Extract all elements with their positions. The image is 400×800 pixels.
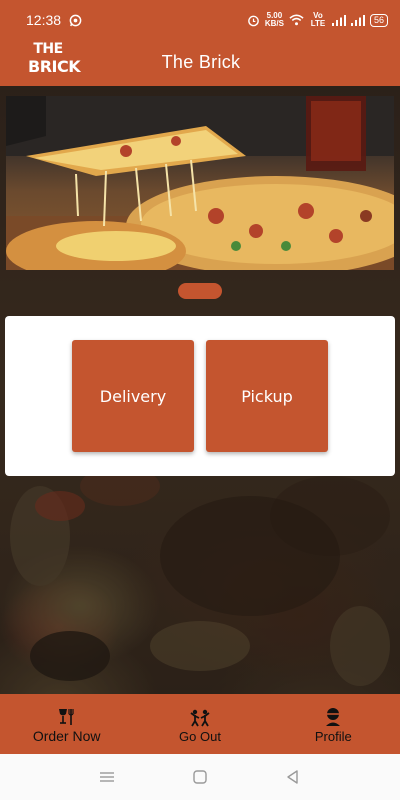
whatsapp-icon <box>69 14 82 27</box>
carousel-indicator <box>178 283 222 299</box>
back-icon[interactable] <box>278 762 308 792</box>
volte-label: Vo LTE <box>310 11 326 28</box>
profile-icon <box>323 705 343 727</box>
system-nav-bar <box>0 754 400 800</box>
status-bar: 12:38 5.00 KB/S Vo LTE 56 <box>0 0 400 40</box>
nav-order-now-label: Order Now <box>32 728 101 744</box>
app-bar: THE BRICK The Brick <box>0 40 400 86</box>
home-icon[interactable] <box>185 762 215 792</box>
dining-icon <box>57 704 77 726</box>
battery-indicator: 56 <box>369 13 388 27</box>
nav-profile-label: Profile <box>314 728 352 744</box>
nav-order-now[interactable]: Order Now <box>0 694 133 754</box>
alarm-icon <box>247 14 260 27</box>
page-title: The Brick <box>161 52 241 72</box>
bottom-nav: Order Now Go Out Profile <box>0 694 400 754</box>
signal-icon <box>331 14 346 26</box>
network-speed: 5.00 KB/S <box>265 12 284 28</box>
nav-go-out-label: Go Out <box>179 728 221 744</box>
people-icon <box>189 705 211 727</box>
delivery-button[interactable]: Delivery <box>72 340 194 452</box>
status-time: 12:38 <box>26 12 62 28</box>
network-speed-unit: KB/S <box>264 19 284 28</box>
menu-icon[interactable] <box>92 762 122 792</box>
pickup-button[interactable]: Pickup <box>206 340 328 452</box>
hero-pizza-image <box>6 96 394 270</box>
order-type-card: Delivery Pickup <box>5 316 395 476</box>
signal-icon-2 <box>350 14 365 26</box>
wifi-icon <box>289 14 304 26</box>
nav-go-out[interactable]: Go Out <box>133 694 266 754</box>
nav-profile[interactable]: Profile <box>267 694 400 754</box>
